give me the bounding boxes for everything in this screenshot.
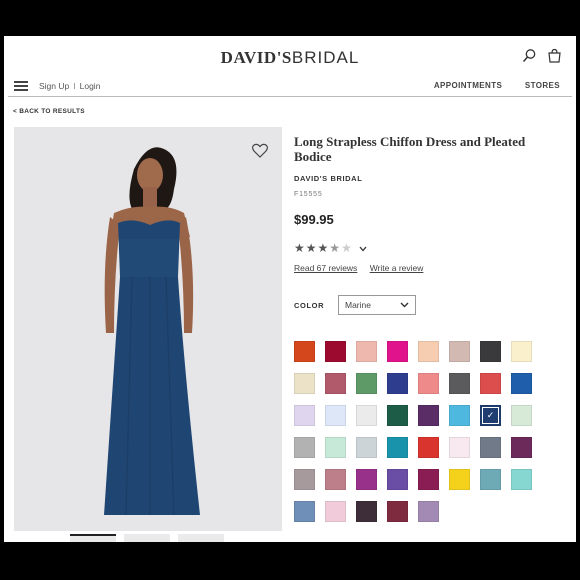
star-icon: ★ bbox=[317, 241, 330, 255]
color-swatch[interactable] bbox=[418, 405, 439, 426]
color-swatch[interactable] bbox=[325, 373, 346, 394]
chevron-down-icon bbox=[400, 300, 409, 310]
color-swatch[interactable] bbox=[325, 469, 346, 490]
color-swatch[interactable] bbox=[294, 437, 315, 458]
color-swatch[interactable] bbox=[418, 469, 439, 490]
color-swatch[interactable] bbox=[480, 341, 501, 362]
nav-appointments[interactable]: APPOINTMENTS bbox=[434, 81, 502, 90]
color-swatch[interactable] bbox=[356, 373, 377, 394]
color-swatch[interactable] bbox=[294, 341, 315, 362]
product-sku: F15555 bbox=[294, 191, 323, 198]
color-swatch[interactable] bbox=[511, 469, 532, 490]
color-swatch[interactable] bbox=[325, 341, 346, 362]
color-swatch[interactable]: ✓ bbox=[480, 405, 501, 426]
color-swatch[interactable] bbox=[511, 373, 532, 394]
thumbnail[interactable] bbox=[178, 534, 224, 542]
chevron-down-icon[interactable] bbox=[359, 241, 367, 255]
color-select[interactable]: Marine bbox=[338, 295, 416, 315]
color-swatch[interactable] bbox=[418, 437, 439, 458]
color-swatch[interactable] bbox=[418, 341, 439, 362]
color-swatch[interactable] bbox=[387, 373, 408, 394]
color-swatch[interactable] bbox=[449, 405, 470, 426]
star-empty-icon: ★ bbox=[341, 241, 353, 255]
thumbnail[interactable] bbox=[124, 534, 170, 542]
color-swatch[interactable] bbox=[325, 437, 346, 458]
product-price: $99.95 bbox=[294, 212, 334, 227]
color-swatch[interactable] bbox=[449, 469, 470, 490]
rating-stars[interactable]: ★ ★ ★ ★ ★ bbox=[294, 241, 566, 255]
product-title: Long Strapless Chiffon Dress and Pleated… bbox=[294, 134, 526, 164]
color-swatch[interactable] bbox=[356, 469, 377, 490]
color-swatch[interactable] bbox=[449, 437, 470, 458]
color-swatch[interactable] bbox=[480, 437, 501, 458]
nav-stores[interactable]: STORES bbox=[525, 81, 560, 90]
color-swatch[interactable] bbox=[511, 437, 532, 458]
search-icon[interactable] bbox=[522, 48, 537, 63]
color-swatch[interactable] bbox=[356, 501, 377, 522]
color-swatch[interactable] bbox=[294, 501, 315, 522]
header-divider bbox=[8, 96, 572, 97]
color-swatch-grid: ✓ bbox=[294, 341, 532, 522]
thumbnail[interactable] bbox=[70, 534, 116, 542]
color-swatch[interactable] bbox=[449, 341, 470, 362]
color-swatch[interactable] bbox=[449, 373, 470, 394]
color-swatch[interactable] bbox=[387, 405, 408, 426]
color-label: COLOR bbox=[294, 300, 325, 310]
product-image[interactable] bbox=[14, 127, 282, 531]
color-swatch[interactable] bbox=[356, 341, 377, 362]
bag-icon[interactable] bbox=[547, 48, 562, 63]
color-swatch[interactable] bbox=[418, 373, 439, 394]
back-to-results-link[interactable]: < BACK TO RESULTS bbox=[13, 108, 85, 115]
star-icon: ★ bbox=[294, 241, 306, 255]
logo-thin: BRIDAL bbox=[291, 48, 360, 67]
color-swatch[interactable] bbox=[511, 405, 532, 426]
product-brand: DAVID'S BRIDAL bbox=[294, 174, 363, 183]
color-swatch[interactable] bbox=[418, 501, 439, 522]
color-swatch[interactable] bbox=[480, 469, 501, 490]
menu-icon[interactable] bbox=[14, 81, 28, 91]
sign-up-link[interactable]: Sign Up bbox=[39, 81, 69, 91]
product-details: Long Strapless Chiffon Dress and Pleated… bbox=[294, 134, 566, 315]
logo-bold: DAVID'S bbox=[220, 48, 292, 67]
check-icon: ✓ bbox=[486, 410, 495, 420]
color-swatch[interactable] bbox=[387, 501, 408, 522]
heart-icon[interactable] bbox=[252, 143, 268, 163]
color-swatch[interactable] bbox=[480, 373, 501, 394]
star-icon: ★ bbox=[305, 241, 318, 255]
color-swatch[interactable] bbox=[325, 501, 346, 522]
write-review-link[interactable]: Write a review bbox=[370, 263, 424, 273]
color-select-value: Marine bbox=[345, 300, 371, 310]
image-thumbnails bbox=[70, 534, 224, 542]
color-swatch[interactable] bbox=[325, 405, 346, 426]
color-swatch[interactable] bbox=[294, 469, 315, 490]
color-swatch[interactable] bbox=[294, 405, 315, 426]
color-swatch[interactable] bbox=[511, 341, 532, 362]
site-logo[interactable]: DAVID'SBRIDAL bbox=[4, 48, 576, 68]
color-swatch[interactable] bbox=[356, 437, 377, 458]
product-page: DAVID'SBRIDAL Sign Up I Login APPOINTMENTS… bbox=[4, 36, 576, 542]
color-swatch[interactable] bbox=[356, 405, 377, 426]
color-swatch[interactable] bbox=[294, 373, 315, 394]
read-reviews-link[interactable]: Read 67 reviews bbox=[294, 263, 357, 273]
color-swatch[interactable] bbox=[387, 469, 408, 490]
color-swatch[interactable] bbox=[387, 437, 408, 458]
color-swatch[interactable] bbox=[387, 341, 408, 362]
login-link[interactable]: Login bbox=[80, 81, 101, 91]
star-half-icon: ★ bbox=[329, 241, 342, 255]
